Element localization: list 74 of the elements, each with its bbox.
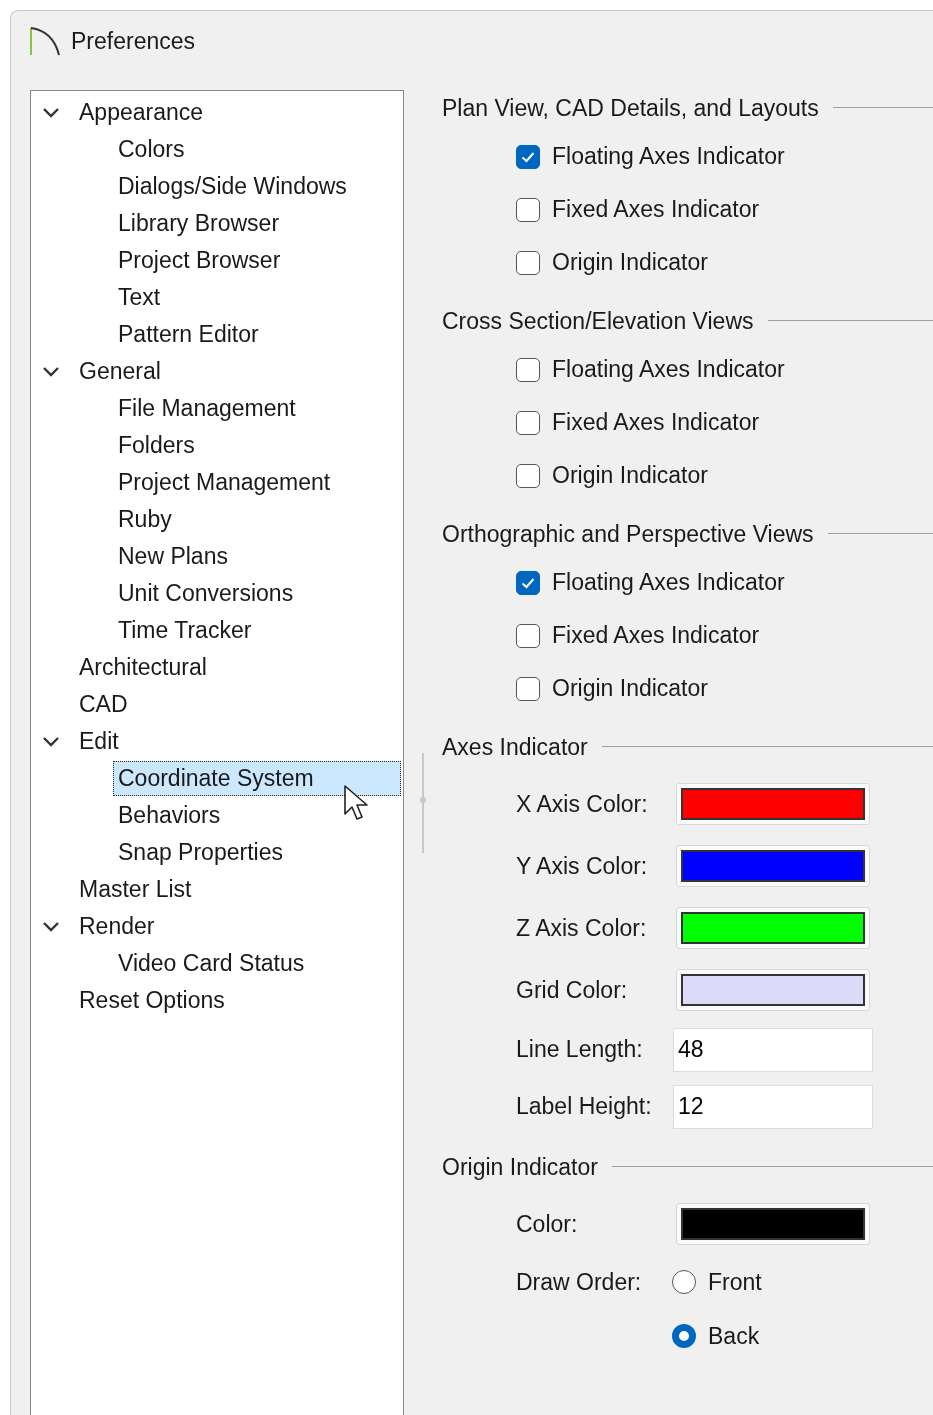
tree-item[interactable]: Behaviors (113, 798, 226, 833)
tree-item[interactable]: Architectural (79, 654, 207, 681)
section-title: Plan View, CAD Details, and Layouts (442, 94, 820, 122)
section-title: Orthographic and Perspective Views (442, 520, 815, 548)
number-field[interactable]: 12 (673, 1084, 873, 1129)
tree-item[interactable]: Render (79, 913, 155, 940)
checkbox-label[interactable]: Origin Indicator (552, 249, 708, 276)
checkbox[interactable] (516, 570, 540, 595)
tree-item[interactable]: Edit (79, 728, 119, 755)
color-swatch[interactable] (676, 845, 870, 887)
field-label: X Axis Color: (516, 790, 649, 818)
checkbox[interactable] (516, 410, 540, 435)
section-title: Cross Section/Elevation Views (442, 307, 755, 335)
tree-item[interactable]: Dialogs/Side Windows (113, 169, 352, 204)
tree-item[interactable]: Project Browser (113, 243, 286, 278)
tree-item[interactable]: File Management (113, 391, 301, 426)
tree-item[interactable]: Text (113, 280, 166, 315)
checkbox-label[interactable]: Fixed Axes Indicator (552, 409, 760, 436)
checkbox-label[interactable]: Origin Indicator (552, 675, 708, 702)
field-label: Line Length: (516, 1036, 644, 1063)
tree-item[interactable]: Library Browser (113, 206, 285, 241)
field-label: Grid Color: (516, 976, 629, 1004)
checkbox[interactable] (516, 676, 540, 701)
section-title: Axes Indicator (442, 733, 589, 761)
field-label: Color: (516, 1210, 579, 1238)
tree-item[interactable]: General (79, 358, 161, 385)
color-swatch[interactable] (676, 783, 870, 825)
tree-item[interactable]: Ruby (113, 502, 177, 537)
mouse-cursor-icon (342, 784, 370, 822)
chevron-down-icon[interactable] (41, 734, 61, 749)
checkbox-label[interactable]: Origin Indicator (552, 462, 708, 489)
checkbox[interactable] (516, 463, 540, 488)
chevron-down-icon[interactable] (41, 919, 61, 934)
radio-button[interactable] (672, 1324, 696, 1348)
tree-item[interactable]: Reset Options (79, 987, 225, 1014)
field-label: Y Axis Color: (516, 852, 649, 880)
radio-button[interactable] (672, 1270, 696, 1294)
checkbox-label[interactable]: Floating Axes Indicator (552, 356, 785, 383)
color-swatch[interactable] (676, 1203, 870, 1245)
checkbox-label[interactable]: Floating Axes Indicator (552, 569, 785, 596)
radio-label[interactable]: Front (708, 1268, 762, 1296)
field-label: Label Height: (516, 1093, 653, 1120)
tree-item[interactable]: New Plans (113, 539, 233, 574)
tree-item[interactable]: Colors (113, 132, 190, 167)
section-title: Origin Indicator (442, 1153, 599, 1181)
tree-item[interactable]: Pattern Editor (113, 317, 264, 352)
tree-item[interactable]: Appearance (79, 99, 204, 126)
tree-item[interactable]: Snap Properties (113, 835, 288, 870)
checkbox-label[interactable]: Fixed Axes Indicator (552, 196, 760, 223)
window-title: Preferences (71, 27, 195, 55)
splitter-handle[interactable] (417, 753, 429, 853)
checkbox-label[interactable]: Fixed Axes Indicator (552, 622, 760, 649)
checkbox[interactable] (516, 357, 540, 382)
number-field[interactable]: 48 (673, 1027, 873, 1072)
radio-label[interactable]: Back (708, 1322, 760, 1350)
tree-item[interactable]: Video Card Status (113, 946, 310, 981)
color-swatch[interactable] (676, 969, 870, 1011)
tree-item[interactable]: Folders (113, 428, 200, 463)
tree-item[interactable]: Master List (79, 876, 192, 903)
checkbox[interactable] (516, 623, 540, 648)
checkbox[interactable] (516, 197, 540, 222)
tree-item[interactable]: CAD (79, 691, 128, 718)
app-logo-icon (29, 25, 61, 57)
tree-item[interactable]: Project Management (113, 465, 336, 500)
color-swatch[interactable] (676, 907, 870, 949)
field-label: Draw Order: (516, 1269, 643, 1296)
checkbox[interactable] (516, 250, 540, 275)
tree-item[interactable]: Time Tracker (113, 613, 257, 648)
checkbox[interactable] (516, 144, 540, 169)
tree-item[interactable]: Unit Conversions (113, 576, 299, 611)
checkbox-label[interactable]: Floating Axes Indicator (552, 143, 785, 170)
chevron-down-icon[interactable] (41, 364, 61, 379)
field-label: Z Axis Color: (516, 914, 648, 942)
chevron-down-icon[interactable] (41, 105, 61, 120)
